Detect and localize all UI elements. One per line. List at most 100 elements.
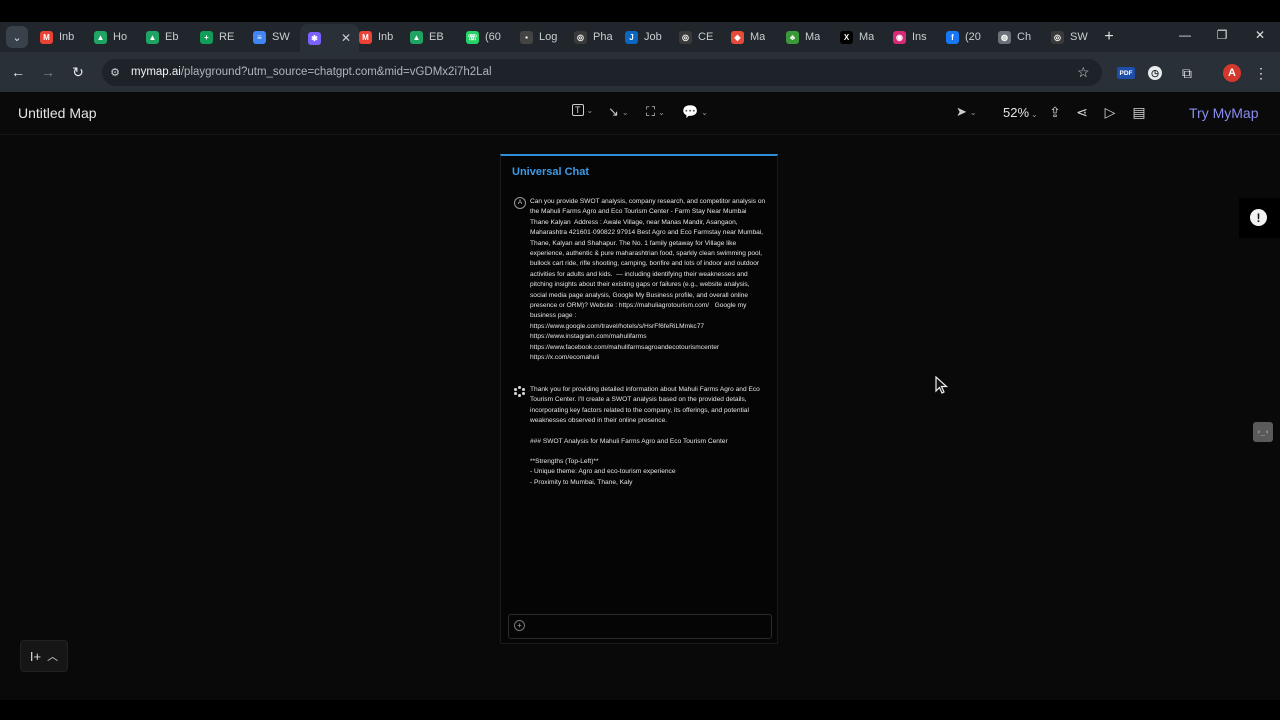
close-window-button[interactable]: ✕: [1250, 28, 1270, 42]
bottom-text-tool[interactable]: I+ ︿: [20, 640, 68, 672]
extensions-puzzle-icon[interactable]: ⧉: [1178, 64, 1196, 82]
chevron-down-icon: ⌄: [12, 31, 22, 44]
clock-extension-icon[interactable]: ◷: [1148, 66, 1162, 80]
text-tool-button[interactable]: T ⌄: [572, 104, 593, 116]
tab-label: Inb: [378, 31, 394, 43]
tab-search-button[interactable]: ⌄: [6, 26, 28, 48]
tab-label: SW: [272, 31, 290, 43]
profile-avatar[interactable]: A: [1223, 64, 1241, 82]
chevron-down-icon: ⌄: [658, 107, 665, 117]
tab-label: Ma: [805, 31, 821, 43]
map-title[interactable]: Untitled Map: [18, 105, 97, 121]
browser-tab[interactable]: ◍ Ch: [998, 26, 1031, 48]
present-play-icon[interactable]: ▷: [1101, 104, 1119, 121]
bookmark-star-icon[interactable]: ☆: [1077, 64, 1090, 81]
chatgpt-icon: ◎: [1051, 30, 1064, 44]
chevron-down-icon: ⌄: [586, 105, 594, 115]
plus-icon: +: [1104, 28, 1114, 45]
pointer-tool-button[interactable]: ➤ ⌄: [956, 104, 977, 120]
chatgpt-icon: ◎: [574, 30, 587, 44]
browser-tab[interactable]: ◎ SW: [1051, 26, 1088, 48]
browser-tab[interactable]: ◎ Pha: [574, 26, 613, 48]
alert-glyph: !: [1256, 210, 1261, 225]
browser-tab[interactable]: ▲ Eb: [146, 26, 178, 48]
connector-tool-button[interactable]: ↘ ⌄: [608, 104, 629, 120]
tab-label: Eb: [165, 31, 179, 43]
site-settings-icon[interactable]: ⚙: [108, 65, 122, 79]
user-message: Can you provide SWOT analysis, company r…: [530, 197, 766, 364]
chat-input-field[interactable]: [529, 618, 763, 636]
tab-label: Ho: [113, 31, 128, 43]
new-tab-button[interactable]: +: [1100, 28, 1118, 46]
browser-tab[interactable]: + RE: [200, 26, 234, 48]
code-widget-icon[interactable]: ›_‹: [1253, 422, 1273, 442]
zoom-level: 52%: [1003, 105, 1030, 120]
chat-input-box[interactable]: +: [508, 614, 772, 639]
tab-label: Ins: [912, 31, 927, 43]
browser-tab[interactable]: X Ma: [840, 26, 874, 48]
ai-strengths-text: **Strengths (Top-Left)** - Unique theme:…: [530, 458, 676, 486]
tab-label: (20: [965, 31, 981, 43]
browser-tab[interactable]: ♣ Ma: [786, 26, 820, 48]
user-initial: A: [517, 200, 522, 206]
google-docs-icon: ≡: [253, 30, 266, 44]
tab-label: SW: [1070, 31, 1088, 43]
browser-tab[interactable]: ◆ Ma: [731, 26, 765, 48]
add-attachment-icon[interactable]: +: [514, 620, 525, 631]
chevron-down-icon: ⌄: [621, 107, 629, 117]
comment-tool-button[interactable]: 💬 ⌄: [682, 104, 708, 120]
arrow-left-icon: ←: [11, 64, 25, 80]
try-mymap-button[interactable]: Try MyMap: [1189, 105, 1258, 121]
frame-icon: ⛶: [646, 104, 656, 119]
share-icon[interactable]: ⋖: [1073, 104, 1091, 121]
screen-top-letterbox: [0, 0, 1280, 22]
browser-tab[interactable]: ≡ SW: [253, 26, 290, 48]
reload-button[interactable]: ↻: [68, 62, 88, 82]
browser-tab[interactable]: ☏ (60: [466, 26, 501, 48]
document-icon[interactable]: ▤: [1130, 104, 1148, 121]
tree-icon: ♣: [786, 30, 799, 44]
connector-arrow-icon: ↘: [608, 104, 619, 119]
zoom-control[interactable]: 52% ⌄: [1003, 105, 1038, 120]
restore-button[interactable]: ❐: [1212, 28, 1232, 42]
arrow-right-icon: →: [41, 64, 55, 80]
browser-tab[interactable]: J Job: [625, 26, 662, 48]
browser-tab[interactable]: f (20: [946, 26, 981, 48]
tab-label: Job: [644, 31, 662, 43]
browser-tab[interactable]: ✱ ✕: [300, 24, 360, 52]
google-drive-icon: ▲: [146, 30, 159, 44]
chevron-down-icon: ⌄: [1031, 110, 1038, 119]
browser-tab[interactable]: ▲ Ho: [94, 26, 127, 48]
ai-message: Thank you for providing detailed informa…: [530, 385, 766, 488]
frame-tool-button[interactable]: ⛶ ⌄: [646, 104, 665, 120]
forward-button[interactable]: →: [38, 62, 58, 82]
facebook-icon: f: [946, 30, 959, 44]
tab-label: Ma: [750, 31, 766, 43]
tab-label: Pha: [593, 31, 613, 43]
browser-tab[interactable]: M Inb: [40, 26, 74, 48]
url-text[interactable]: mymap.ai/playground?utm_source=chatgpt.c…: [131, 66, 492, 78]
screen-bottom-letterbox: [0, 700, 1280, 720]
chevron-down-icon: ⌄: [969, 107, 977, 117]
minimize-button[interactable]: —: [1175, 28, 1195, 42]
tab-label: CE: [698, 31, 714, 43]
reload-icon: ↻: [72, 63, 84, 80]
chrome-icon: ◍: [998, 30, 1011, 44]
browser-tab[interactable]: M Inb: [359, 26, 393, 48]
browser-tab[interactable]: ◎ CE: [679, 26, 713, 48]
close-tab-icon[interactable]: ✕: [341, 31, 351, 45]
mouse-cursor-icon: [935, 376, 949, 394]
whatsapp-icon: ☏: [466, 30, 479, 44]
browser-tab[interactable]: ▲ EB: [410, 26, 444, 48]
comment-icon: 💬: [682, 104, 699, 119]
browser-tab[interactable]: ◉ Ins: [893, 26, 927, 48]
google-sheets-icon: +: [200, 30, 213, 44]
browser-menu-icon[interactable]: ⋮: [1252, 64, 1270, 82]
tab-label: Inb: [59, 31, 75, 43]
pdf-extension-icon[interactable]: PDF: [1117, 67, 1135, 79]
feedback-button[interactable]: !: [1239, 198, 1280, 238]
browser-tab[interactable]: ▪ Log: [520, 26, 557, 48]
export-icon[interactable]: ⇪: [1046, 104, 1064, 121]
tab-label: (60: [485, 31, 501, 43]
back-button[interactable]: ←: [8, 62, 28, 82]
